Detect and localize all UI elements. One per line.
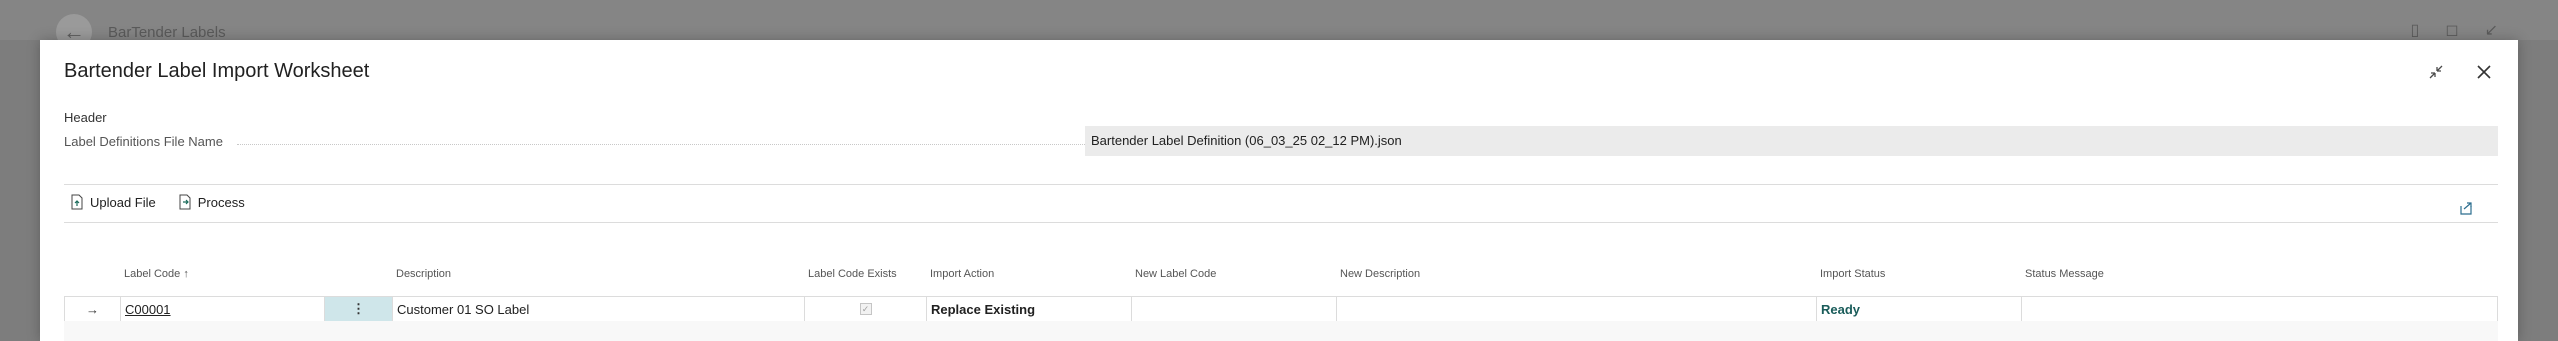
column-header-label-code-exists[interactable]: Label Code Exists [808,268,897,280]
label-code-exists-checkbox: ✓ [859,303,872,315]
sort-ascending-icon: ↑ [183,268,189,280]
label-code-exists-cell: ✓ [805,297,927,321]
process-label: Process [197,194,245,210]
background-header [0,0,2558,40]
background-icons: ▯ ◻ ↙ [2411,20,2499,40]
header-section-label: Header [64,110,107,125]
label-code-cell[interactable]: C00001 [121,297,325,321]
row-actions-menu-icon[interactable]: ⋮ [325,297,393,321]
upload-file-label: Upload File [90,194,156,210]
file-name-label: Label Definitions File Name [64,134,223,149]
share-icon[interactable] [2452,194,2480,222]
process-icon [179,194,191,210]
row-indicator-arrow-icon: → [65,297,121,321]
dialog-title: Bartender Label Import Worksheet [64,60,370,82]
divider [64,184,2498,185]
column-header-import-status[interactable]: Import Status [1820,268,1885,280]
description-cell[interactable]: Customer 01 SO Label [393,297,805,321]
column-header-new-description[interactable]: New Description [1340,268,1420,280]
upload-file-icon [71,194,83,210]
column-header-label-code[interactable]: Label Code ↑ [124,268,189,280]
upload-file-button[interactable]: Upload File [70,194,156,210]
new-description-cell[interactable] [1337,297,1817,321]
file-name-field[interactable]: Bartender Label Definition (06_03_25 02_… [1085,126,2498,156]
dialog-actions [2422,58,2498,86]
collapse-icon: ↙ [2484,22,2498,39]
import-worksheet-dialog: Bartender Label Import Worksheet Header … [40,40,2518,341]
process-button[interactable]: Process [178,194,245,210]
grid-header: Label Code ↑ Description Label Code Exis… [64,268,2498,286]
divider [64,222,2498,223]
column-header-import-action[interactable]: Import Action [930,268,994,280]
column-header-new-label-code[interactable]: New Label Code [1135,268,1216,280]
background-page-title: BarTender Labels [108,24,226,41]
import-action-cell[interactable]: Replace Existing [927,297,1132,321]
close-icon[interactable] [2470,58,2498,86]
new-label-code-cell[interactable] [1132,297,1337,321]
import-status-cell: Ready [1817,297,2022,321]
open-new-window-icon: ◻ [2445,22,2459,39]
column-header-status-message[interactable]: Status Message [2025,268,2104,280]
field-leader-dots [237,144,1117,145]
bookmark-icon: ▯ [2410,22,2420,39]
status-message-cell [2022,297,2499,321]
table-row[interactable]: → C00001 ⋮ Customer 01 SO Label ✓ Replac… [64,296,2498,322]
column-header-description[interactable]: Description [396,268,451,280]
action-toolbar: Upload File Process [70,194,245,210]
label-code-link[interactable]: C00001 [125,302,171,317]
grid-footer-area [64,321,2498,341]
collapse-dialog-icon[interactable] [2422,58,2450,86]
